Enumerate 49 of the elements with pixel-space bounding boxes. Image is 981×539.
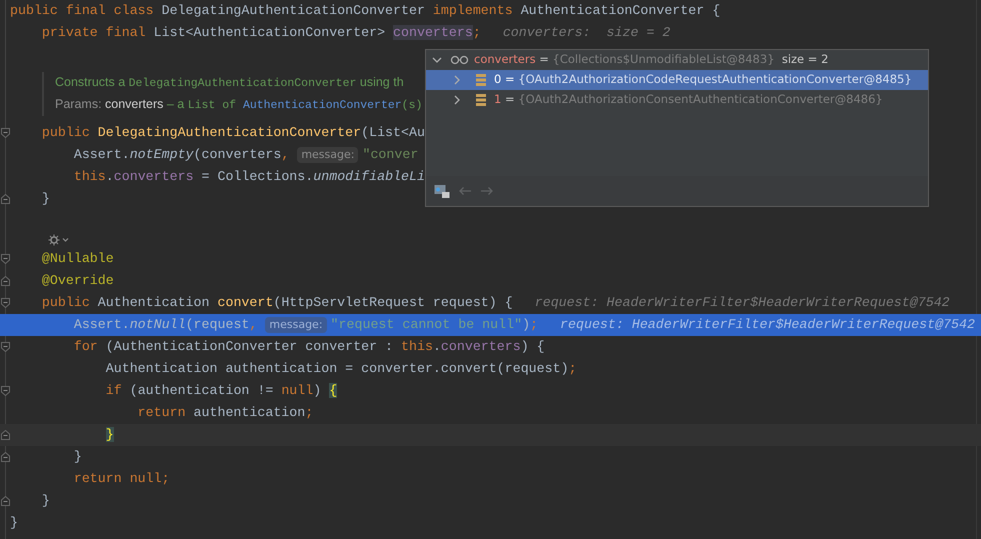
list-item-icon <box>476 74 486 86</box>
code-text: Assert.notNull(request, <box>72 316 258 334</box>
watch-value-text: converters = {Collections$UnmodifiableList@8483} size = 2 <box>474 51 828 68</box>
glasses-icon <box>450 55 470 65</box>
code-text: @Nullable <box>40 250 114 268</box>
code-text: if (authentication != null) { <box>104 382 338 400</box>
inline-debug-value: request: HeaderWriterFilter$HeaderWriterRequest@7542 <box>560 316 975 334</box>
fold-marker-icon[interactable] <box>1 342 10 352</box>
code-text: "request cannot be null"); <box>330 316 538 334</box>
fold-marker-icon[interactable] <box>1 298 10 308</box>
code-text: private final List<AuthenticationConverter> converters; <box>40 24 481 42</box>
code-text: return authentication; <box>136 404 314 422</box>
fold-marker-icon[interactable] <box>1 276 10 286</box>
inlay-hint-dropdown-icon[interactable] <box>48 234 70 246</box>
watch-panel-icon[interactable] <box>434 184 450 198</box>
inline-debug-value: request: HeaderWriterFilter$HeaderWriterRequest@7542 <box>534 294 950 312</box>
fold-marker-icon[interactable] <box>1 386 10 396</box>
doc-comment-text: Params: converters – a List of AuthenticationConverter(s) <box>55 96 422 114</box>
parameter-hint: message: <box>297 147 358 163</box>
tree-row[interactable]: 0 = {OAuth2AuthorizationCodeRequestAuthenticationConverter@8485} <box>426 70 928 90</box>
expand-chevron-icon[interactable] <box>452 75 462 85</box>
code-text: Assert.notEmpty(converters, <box>72 146 290 164</box>
code-text: "conver <box>362 146 418 164</box>
tree-row[interactable]: 1 = {OAuth2AuthorizationConsentAuthenticationConverter@8486} <box>426 90 928 110</box>
code-text: public final class DelegatingAuthenticationConverter implements AuthenticationConverter { <box>10 2 720 20</box>
code-text: } <box>104 426 114 444</box>
code-text: for (AuthenticationConverter converter : this.converters) { <box>72 338 545 356</box>
fold-marker-icon[interactable] <box>1 430 10 440</box>
code-text: } <box>72 448 82 466</box>
inline-debug-value: converters: size = 2 <box>502 24 670 42</box>
fold-marker-icon[interactable] <box>1 254 10 264</box>
code-text: public DelegatingAuthenticationConverter(List<Au <box>40 124 425 142</box>
code-text: } <box>40 492 50 510</box>
code-text: @Override <box>40 272 114 290</box>
code-text: } <box>40 190 50 208</box>
collapse-chevron-icon[interactable] <box>432 55 442 65</box>
code-text: this.converters = Collections.unmodifiableLi <box>72 168 425 186</box>
expand-chevron-icon[interactable] <box>452 95 462 105</box>
fold-marker-icon[interactable] <box>1 128 10 138</box>
fold-marker-icon[interactable] <box>1 194 10 204</box>
fold-marker-icon[interactable] <box>1 452 10 462</box>
parameter-hint: message: <box>265 317 327 333</box>
code-text: public Authentication convert(HttpServletRequest request) { <box>40 294 513 312</box>
code-text: return null; <box>72 470 170 488</box>
code-text: Authentication authentication = converter.convert(request); <box>104 360 577 378</box>
code-text: } <box>10 514 18 532</box>
doc-comment-text: Constructs a DelegatingAuthenticationConverter using th <box>55 74 404 92</box>
list-item-icon <box>476 94 486 106</box>
fold-marker-icon[interactable] <box>1 496 10 506</box>
